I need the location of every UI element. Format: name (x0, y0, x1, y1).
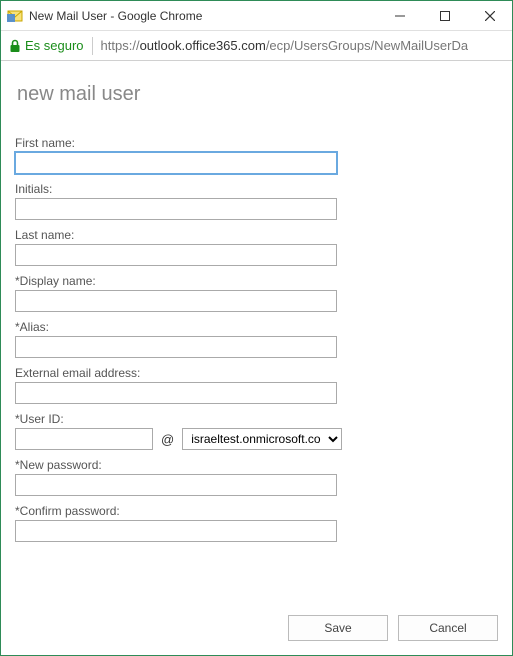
page-content: new mail user First name: Initials: Last… (1, 61, 512, 655)
close-button[interactable] (467, 1, 512, 30)
alias-input[interactable] (15, 336, 337, 358)
initials-label: Initials: (15, 182, 498, 196)
save-button[interactable]: Save (288, 615, 388, 641)
button-row: Save Cancel (288, 615, 498, 641)
last-name-input[interactable] (15, 244, 337, 266)
initials-input[interactable] (15, 198, 337, 220)
user-id-input[interactable] (15, 428, 153, 450)
confirm-password-input[interactable] (15, 520, 337, 542)
domain-select[interactable]: israeltest.onmicrosoft.co (182, 428, 342, 450)
display-name-label: *Display name: (15, 274, 498, 288)
cancel-button[interactable]: Cancel (398, 615, 498, 641)
url-path: /ecp/UsersGroups/NewMailUserDa (266, 38, 468, 53)
address-divider (92, 37, 93, 55)
new-password-label: *New password: (15, 458, 498, 472)
first-name-input[interactable] (15, 152, 337, 174)
mail-app-icon (7, 8, 23, 24)
url-domain: outlook.office365.com (140, 38, 266, 53)
external-email-input[interactable] (15, 382, 337, 404)
maximize-button[interactable] (422, 1, 467, 30)
display-name-input[interactable] (15, 290, 337, 312)
at-symbol: @ (161, 432, 174, 447)
address-bar: Es seguro https://outlook.office365.com/… (1, 31, 512, 61)
alias-label: *Alias: (15, 320, 498, 334)
user-id-label: *User ID: (15, 412, 498, 426)
first-name-label: First name: (15, 136, 498, 150)
url-prefix: https:// (101, 38, 140, 53)
chrome-window: New Mail User - Google Chrome Es seguro … (0, 0, 513, 656)
confirm-password-label: *Confirm password: (15, 504, 498, 518)
external-email-label: External email address: (15, 366, 498, 380)
window-title: New Mail User - Google Chrome (29, 9, 377, 23)
last-name-label: Last name: (15, 228, 498, 242)
url-display[interactable]: https://outlook.office365.com/ecp/UsersG… (101, 38, 469, 53)
titlebar: New Mail User - Google Chrome (1, 1, 512, 31)
window-controls (377, 1, 512, 30)
lock-icon (9, 39, 21, 53)
new-password-input[interactable] (15, 474, 337, 496)
minimize-button[interactable] (377, 1, 422, 30)
secure-label: Es seguro (25, 38, 84, 53)
page-title: new mail user (17, 83, 498, 106)
